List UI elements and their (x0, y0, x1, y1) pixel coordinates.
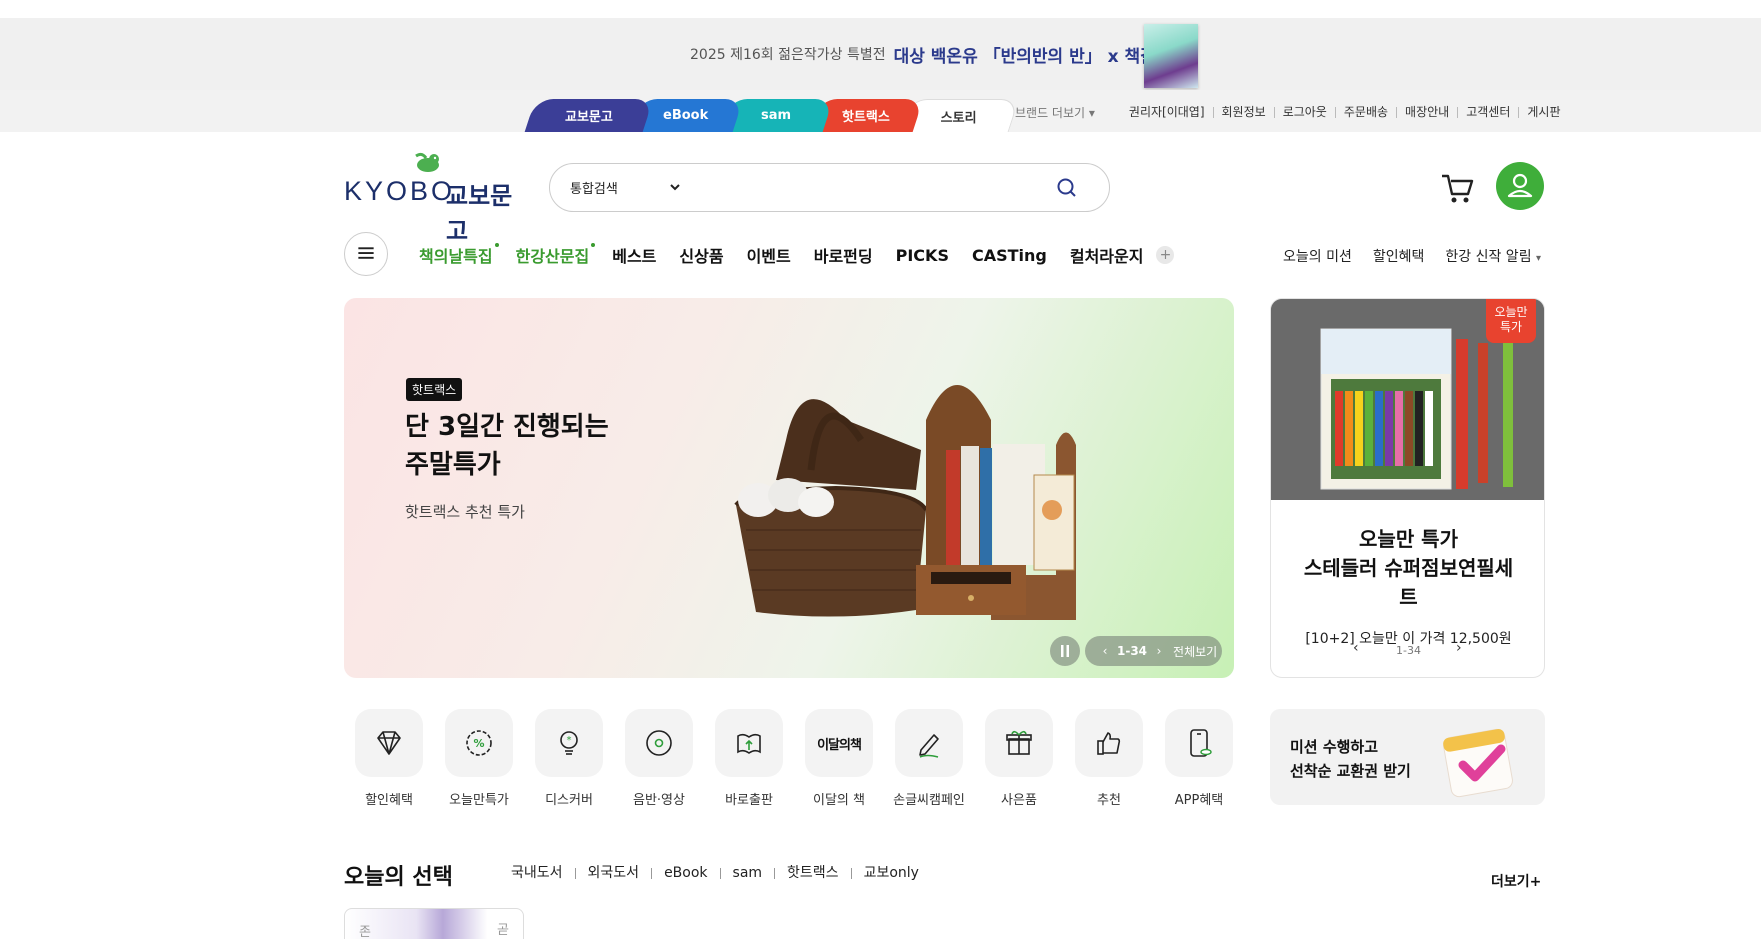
today-more-link[interactable]: 더보기+ (1491, 871, 1541, 891)
hero-title: 단 3일간 진행되는 주말특가 (405, 412, 609, 480)
util-link-support[interactable]: 고객센터 (1457, 106, 1518, 118)
nav-discount[interactable]: 할인혜택 (1373, 246, 1425, 266)
today-choice-title: 오늘의 선택 (344, 865, 453, 890)
nav-funding[interactable]: 바로펀딩 (814, 243, 873, 267)
phone-icon (1190, 729, 1212, 757)
thumb-char-left: 존 (359, 925, 371, 939)
main-hero-banner[interactable]: 핫트랙스 단 3일간 진행되는 주말특가 핫트랙스 추천 특가 ‹ 1-34 ›… (344, 298, 1234, 678)
tab-ebook[interactable]: eBook (651, 866, 719, 880)
nav-best[interactable]: 베스트 (612, 243, 656, 267)
today-only-tag: 오늘만 특가 (1486, 299, 1536, 343)
category-menu-button[interactable] (344, 232, 388, 276)
thumb-char-right: 곧 (497, 923, 509, 938)
cart-icon[interactable] (1440, 170, 1476, 206)
calendar-check-icon (1443, 728, 1513, 798)
brand-tabs: 교보문고 eBook sam 핫트랙스 스토리 (524, 99, 1020, 132)
search-scope-select[interactable]: 통합검색 (570, 178, 618, 197)
nav-more-plus-button[interactable]: + (1156, 246, 1175, 264)
kyobo-logo[interactable]: KYOBO 교보문고 (344, 150, 524, 245)
hero-badge: 핫트랙스 (406, 378, 463, 401)
nav-picks[interactable]: PICKS (896, 246, 949, 265)
quick-item-recommend[interactable]: 추천 (1064, 709, 1154, 808)
brand-tab-kyobo[interactable]: 교보문고 (524, 99, 654, 132)
quick-item-music-video[interactable]: 음반·영상 (614, 709, 704, 808)
search-bar: 통합검색 (549, 163, 1110, 212)
tab-foreign[interactable]: 외국도서 (574, 866, 652, 880)
tab-hottracks[interactable]: 핫트랙스 (774, 866, 851, 880)
bulb-icon: * (560, 731, 578, 755)
svg-text:%: % (473, 737, 484, 750)
nav-han-kang-essay[interactable]: 한강산문집 (516, 243, 595, 267)
percent-badge-icon: % (466, 730, 492, 756)
hero-next-button[interactable]: › (1151, 644, 1167, 658)
basket-bookshelf-image (734, 385, 1076, 620)
pencil-icon (919, 734, 939, 758)
promo-book-image (1144, 24, 1198, 88)
mission-banner[interactable]: 미션 수행하고 선착순 교환권 받기 (1270, 709, 1545, 805)
pause-icon (1061, 645, 1069, 657)
svg-text:*: * (567, 735, 572, 746)
hamburger-icon (358, 247, 374, 259)
nav-new[interactable]: 신상품 (679, 243, 723, 267)
special-next-button[interactable]: › (1456, 640, 1462, 656)
bird-logo-icon (415, 152, 439, 172)
top-promo-banner[interactable]: 2025 제16회 젊은작가상 특별전 대상 백온유 「반의반의 반」 x 책갈… (0, 18, 1761, 90)
nav-culture-lounge[interactable]: 컬처라운지 (1070, 243, 1144, 267)
thumbs-up-icon (1097, 732, 1121, 755)
quick-item-gift[interactable]: 사은품 (974, 709, 1064, 808)
quick-item-today-deal[interactable]: % 오늘만특가 (434, 709, 524, 808)
book-upload-icon (737, 733, 761, 754)
hero-prev-button[interactable]: ‹ (1097, 644, 1113, 658)
chevron-down-icon[interactable] (668, 180, 682, 194)
tab-kyobo-only[interactable]: 교보only (850, 866, 931, 880)
quick-item-discover[interactable]: * 디스커버 (524, 709, 614, 808)
nav-casting[interactable]: CASTing (972, 246, 1047, 265)
main-nav: 책의날특집 한강산문집 베스트 신상품 이벤트 바로펀딩 PICKS CASTi… (419, 243, 1175, 267)
mission-text: 미션 수행하고 선착순 교환권 받기 (1290, 738, 1411, 780)
hero-page-count: 1-34 (1117, 644, 1148, 658)
quick-item-handwriting[interactable]: 손글씨캠페인 (884, 709, 974, 808)
disc-icon (646, 730, 672, 756)
tab-domestic[interactable]: 국내도서 (511, 866, 575, 880)
hero-subtitle: 핫트랙스 추천 특가 (405, 503, 525, 521)
promo-headline: 대상 백온유 「반의반의 반」 x 책갈피 (893, 46, 1172, 67)
book-thumbnail[interactable]: 존 곧 (344, 908, 524, 939)
diamond-icon (377, 731, 401, 755)
search-icon[interactable] (1056, 177, 1078, 199)
nav-han-kang-alert[interactable]: 한강 신작 알림 ▾ (1445, 246, 1541, 266)
tab-sam[interactable]: sam (719, 866, 775, 880)
util-link-user[interactable]: 권리자[이대엽] (1121, 106, 1213, 118)
today-choice-tabs: 국내도서 외국도서 eBook sam 핫트랙스 교보only (511, 866, 931, 880)
util-link-member-info[interactable]: 회원정보 (1212, 106, 1274, 118)
util-link-logout[interactable]: 로그아웃 (1273, 106, 1335, 118)
promo-prefix: 2025 제16회 젊은작가상 특별전 (690, 47, 886, 63)
utility-links: 브랜드 더보기 ▾ 권리자[이대엽] 회원정보 로그아웃 주문배송 매장안내 고… (1015, 104, 1569, 121)
nav-book-day-special[interactable]: 책의날특집 (419, 243, 499, 267)
nav-today-mission[interactable]: 오늘의 미션 (1283, 246, 1352, 266)
quick-item-discount[interactable]: 할인혜택 (344, 709, 434, 808)
nav-right-links: 오늘의 미션 할인혜택 한강 신작 알림 ▾ (1283, 246, 1562, 266)
user-icon (1507, 173, 1533, 198)
util-link-board[interactable]: 게시판 (1518, 106, 1568, 118)
logo-wordmark: KYOBO (344, 176, 456, 206)
special-title: 오늘만 특가 스테들러 슈퍼점보연필세 트 (1303, 527, 1514, 609)
search-input[interactable] (700, 174, 1040, 202)
my-account-button[interactable] (1496, 162, 1544, 210)
logo-korean: 교보문고 (446, 182, 513, 245)
quick-menu: 할인혜택 % 오늘만특가 * 디스커버 음반·영상 바로출판 이달의책 이달의 … (344, 709, 1234, 809)
nav-event[interactable]: 이벤트 (747, 243, 791, 267)
hero-pager: ‹ 1-34 › 전체보기 (1085, 636, 1222, 666)
util-link-stores[interactable]: 매장안내 (1396, 106, 1457, 118)
quick-item-book-of-month[interactable]: 이달의책 이달의 책 (794, 709, 884, 808)
hero-view-all-button[interactable]: 전체보기 (1173, 643, 1217, 660)
month-book-icon: 이달의책 (817, 737, 862, 753)
quick-item-app-benefit[interactable]: APP혜택 (1154, 709, 1244, 808)
special-pager: 1-34 (1396, 644, 1421, 657)
gift-icon (1006, 730, 1032, 755)
brand-more-button[interactable]: 브랜드 더보기 ▾ (1015, 104, 1095, 121)
util-link-orders[interactable]: 주문배송 (1334, 106, 1396, 118)
today-special-card[interactable]: 오늘만 특가 오늘만 특가 스테들러 슈퍼점보연필세 트 [10+2] 오늘만 … (1270, 298, 1545, 678)
hero-pause-button[interactable] (1050, 636, 1080, 666)
quick-item-publishing[interactable]: 바로출판 (704, 709, 794, 808)
